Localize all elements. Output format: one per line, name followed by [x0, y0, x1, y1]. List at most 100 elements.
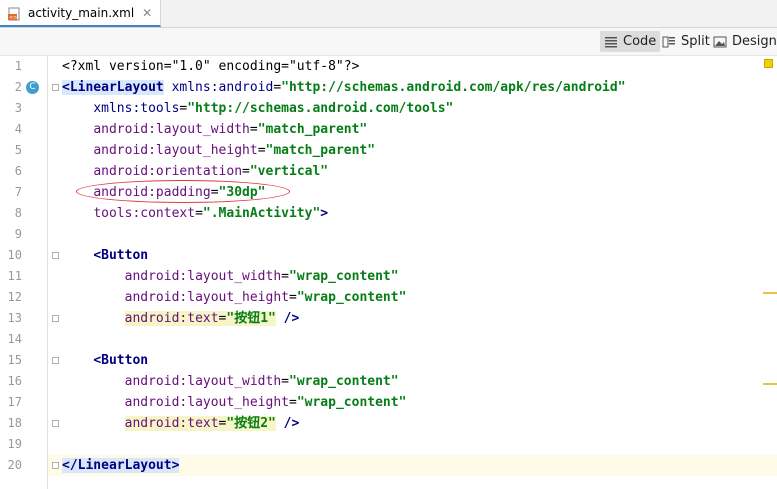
code-token: "vertical" [249, 164, 329, 179]
code-view-label: Code [623, 34, 657, 49]
code-line[interactable]: 18 android:text="按钮2" /> [0, 413, 777, 434]
line-number: 14 [7, 332, 22, 346]
code-text: android:text="按钮2" /> [62, 413, 299, 434]
code-line[interactable]: 12 android:layout_height="wrap_content" [0, 287, 777, 308]
design-view-button[interactable]: Design [709, 31, 777, 52]
code-token: = [281, 374, 289, 389]
class-gutter-icon[interactable]: C [26, 81, 39, 94]
code-line[interactable]: 5 android:layout_height="match_parent" [0, 140, 777, 161]
code-line[interactable]: 13 android:text="按钮1" /> [0, 308, 777, 329]
split-view-button[interactable]: Split [658, 31, 714, 52]
fold-marker-icon[interactable] [52, 462, 59, 469]
red-annotation-ellipse [76, 180, 290, 203]
line-number: 4 [14, 122, 22, 136]
code-line[interactable]: 19 [0, 434, 777, 455]
code-token: "match_parent" [257, 122, 368, 137]
fold-marker-icon[interactable] [52, 357, 59, 364]
code-view-button[interactable]: Code [600, 31, 661, 52]
code-line[interactable]: 9 [0, 224, 777, 245]
code-token: "wrap_content" [296, 395, 407, 410]
line-number: 12 [7, 290, 22, 304]
error-stripe[interactable] [763, 56, 777, 489]
code-text: android:layout_width="match_parent" [62, 119, 367, 140]
code-token: <LinearLayout [62, 80, 164, 95]
code-text: android:layout_width="wrap_content" [62, 266, 399, 287]
code-text: tools:context=".MainActivity"> [62, 203, 328, 224]
code-token: = [257, 143, 266, 158]
code-line[interactable]: 17 android:layout_height="wrap_content" [0, 392, 777, 413]
code-text: android:layout_height="wrap_content" [62, 392, 407, 413]
code-token: "http://schemas.android.com/tools" [187, 101, 454, 116]
code-text: android:layout_height="wrap_content" [62, 287, 407, 308]
code-line[interactable]: 8 tools:context=".MainActivity"> [0, 203, 777, 224]
code-text: xmlns:tools="http://schemas.android.com/… [62, 98, 453, 119]
line-number: 13 [7, 311, 22, 325]
line-number: 10 [7, 248, 22, 262]
warning-stripe-mark[interactable] [763, 383, 777, 385]
code-line[interactable]: 20 </LinearLayout> [0, 455, 777, 476]
code-line[interactable]: 6 android:orientation="vertical" [0, 161, 777, 182]
code-editor[interactable]: 1 <?xml version="1.0" encoding="utf-8"?> 2… [0, 56, 777, 489]
tab-filename: activity_main.xml [28, 5, 135, 20]
code-line[interactable]: 10 <Button [0, 245, 777, 266]
split-view-label: Split [681, 34, 710, 49]
code-token: "wrap_content" [289, 269, 399, 284]
code-token: "按钮2" [226, 416, 276, 431]
code-token: android:layout_width [124, 269, 282, 284]
code-token: = [273, 80, 282, 95]
editor-tab-bar: <> activity_main.xml ✕ [0, 0, 777, 28]
fold-marker-icon[interactable] [52, 315, 59, 322]
code-lines-icon [604, 36, 618, 48]
code-token: android:layout_height [124, 290, 289, 305]
code-line[interactable]: 16 android:layout_width="wrap_content" [0, 371, 777, 392]
code-text: android:text="按钮1" /> [62, 308, 299, 329]
code-token: "http://schemas.android.com/apk/res/andr… [281, 80, 626, 95]
code-line[interactable]: 11 android:layout_width="wrap_content" [0, 266, 777, 287]
code-text: android:layout_height="match_parent" [62, 140, 375, 161]
split-view-icon [662, 36, 676, 48]
warning-indicator-icon[interactable] [764, 59, 773, 68]
code-line[interactable]: 1 <?xml version="1.0" encoding="utf-8"?> [0, 56, 777, 77]
line-number: 1 [14, 59, 22, 73]
line-number: 7 [14, 185, 22, 199]
line-number: 6 [14, 164, 22, 178]
code-token: /> [275, 416, 300, 431]
code-line[interactable]: 3 xmlns:tools="http://schemas.android.co… [0, 98, 777, 119]
line-number: 9 [14, 227, 22, 241]
line-number: 15 [7, 353, 22, 367]
line-number: 8 [14, 206, 22, 220]
tab-activity-main[interactable]: <> activity_main.xml ✕ [0, 0, 162, 27]
code-token: <Button [93, 248, 149, 263]
code-token: = [289, 395, 297, 410]
code-token: <Button [93, 353, 149, 368]
fold-marker-icon[interactable] [52, 420, 59, 427]
code-line[interactable]: 2 <LinearLayout xmlns:android="http://sch… [0, 77, 777, 98]
warning-stripe-mark[interactable] [763, 292, 777, 294]
code-token: android:text [124, 416, 219, 431]
code-token: = [281, 269, 289, 284]
design-view-label: Design [732, 34, 777, 49]
code-line[interactable]: 15 <Button [0, 350, 777, 371]
code-line[interactable]: 14 [0, 329, 777, 350]
code-token: = [249, 122, 258, 137]
code-token: </LinearLayout> [62, 458, 180, 473]
line-number: 18 [7, 416, 22, 430]
code-token: android:text [124, 311, 219, 326]
code-token: xmlns:android [171, 80, 274, 95]
fold-marker-icon[interactable] [52, 84, 59, 91]
code-token: "按钮1" [226, 311, 276, 326]
code-text: android:layout_width="wrap_content" [62, 371, 399, 392]
code-line[interactable]: 4 android:layout_width="match_parent" [0, 119, 777, 140]
fold-marker-icon[interactable] [52, 252, 59, 259]
close-tab-icon[interactable]: ✕ [142, 6, 152, 20]
